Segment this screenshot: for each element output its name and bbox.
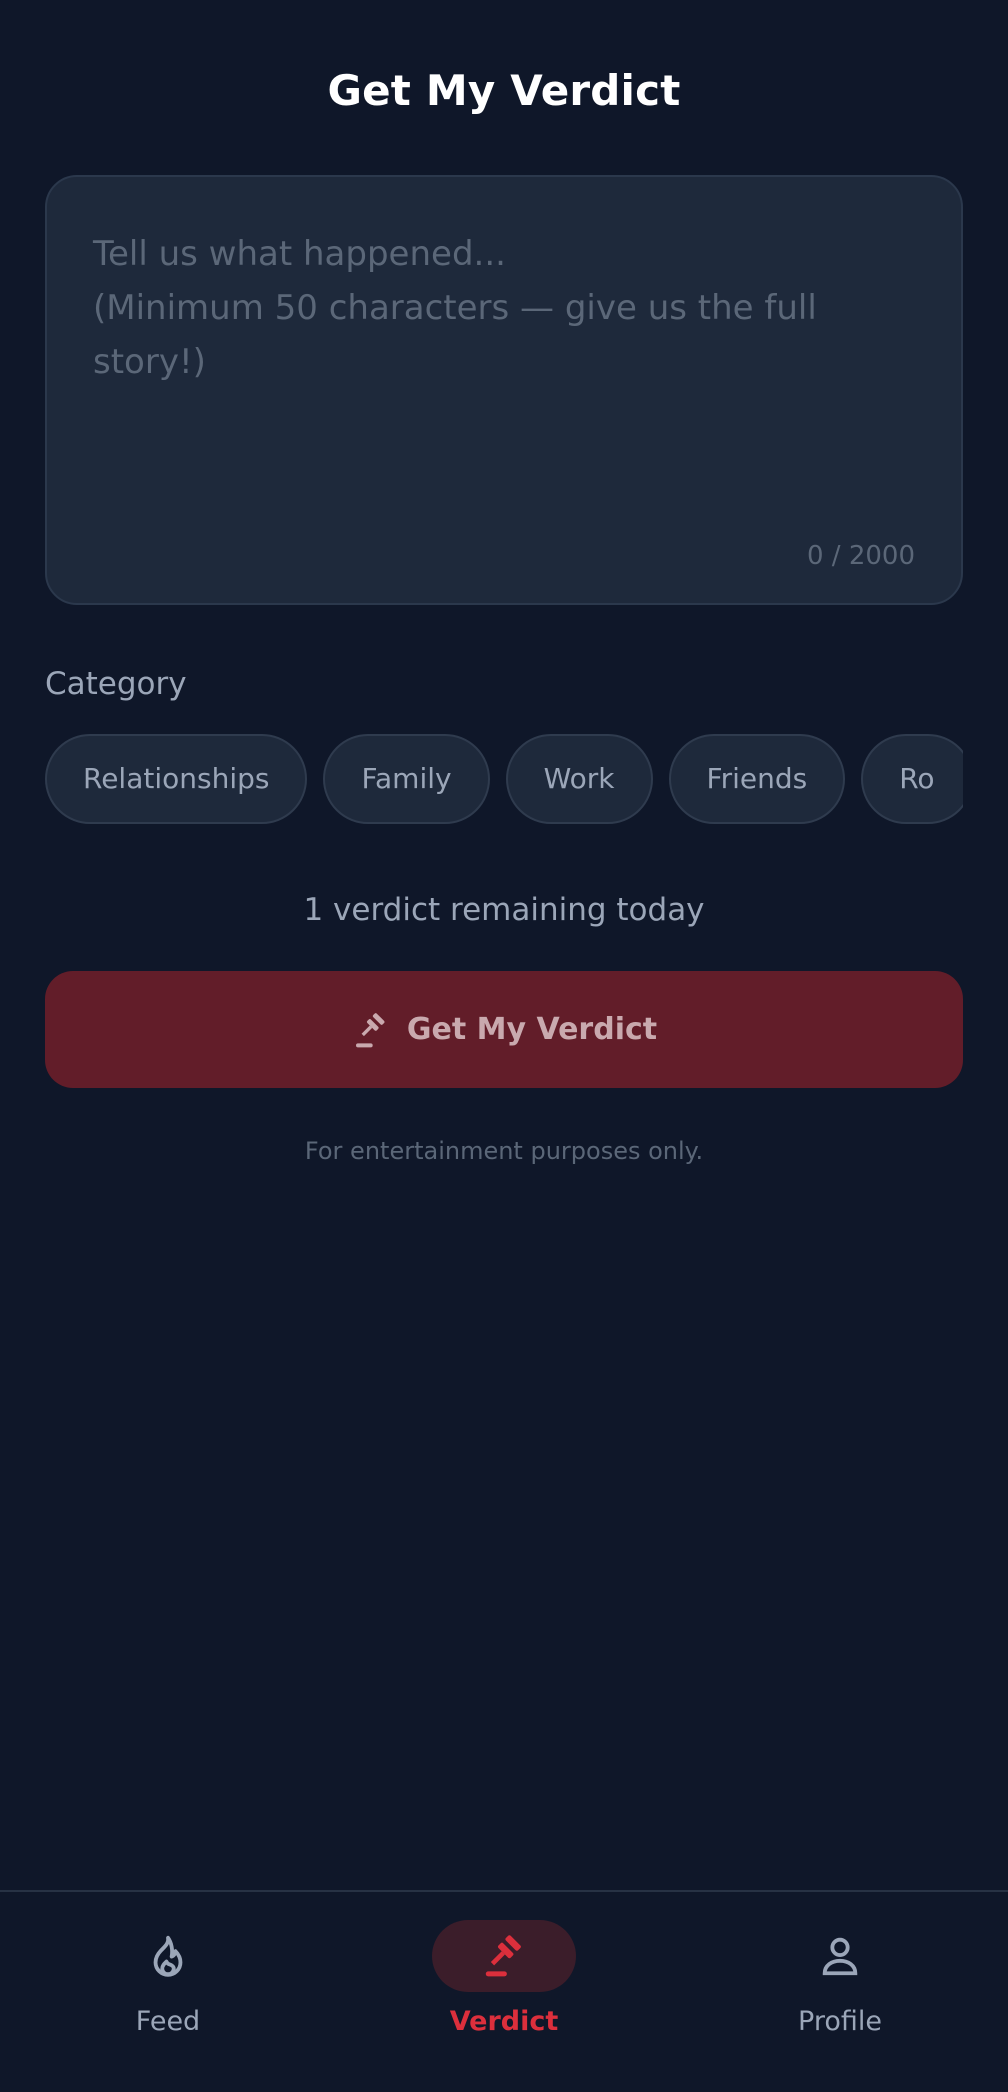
nav-item-feed[interactable]: Feed <box>68 1920 268 2070</box>
person-icon <box>822 1937 858 1976</box>
category-label: Category <box>45 666 187 702</box>
nav-label-profile: Profile <box>798 2006 882 2037</box>
nav-icon-container <box>768 1920 912 1992</box>
category-chip-family[interactable]: Family <box>323 734 490 824</box>
nav-item-profile[interactable]: Profile <box>740 1920 940 2070</box>
category-chip-partial[interactable]: Ro <box>861 734 963 824</box>
get-verdict-button[interactable]: Get My Verdict <box>45 971 963 1088</box>
nav-label-feed: Feed <box>135 2006 201 2037</box>
disclaimer-text: For entertainment purposes only. <box>304 1137 704 1165</box>
nav-item-verdict[interactable]: Verdict <box>404 1920 604 2070</box>
category-chip-relationships[interactable]: Relationships <box>45 734 308 824</box>
flame-icon <box>153 1935 183 1977</box>
gavel-icon <box>485 1935 521 1977</box>
category-chip-friends[interactable]: Friends <box>668 734 846 824</box>
category-chip-work[interactable]: Work <box>505 734 653 824</box>
story-placeholder: Tell us what happened... (Minimum 50 cha… <box>93 234 817 382</box>
story-textarea[interactable]: Tell us what happened... (Minimum 50 cha… <box>45 175 963 605</box>
character-counter: 0 / 2000 <box>807 541 915 571</box>
get-verdict-label: Get My Verdict <box>406 1012 658 1047</box>
bottom-navigation: Feed Verdict Profile <box>0 1890 1008 2092</box>
nav-icon-container <box>96 1920 240 1992</box>
gavel-icon <box>355 1012 385 1047</box>
category-chip-row[interactable]: Relationships Family Work Friends Ro <box>45 734 963 826</box>
nav-icon-container-active <box>432 1920 576 1992</box>
page-title: Get My Verdict <box>327 66 681 115</box>
nav-label-verdict: Verdict <box>449 2006 559 2037</box>
verdicts-remaining-text: 1 verdict remaining today <box>303 892 705 928</box>
